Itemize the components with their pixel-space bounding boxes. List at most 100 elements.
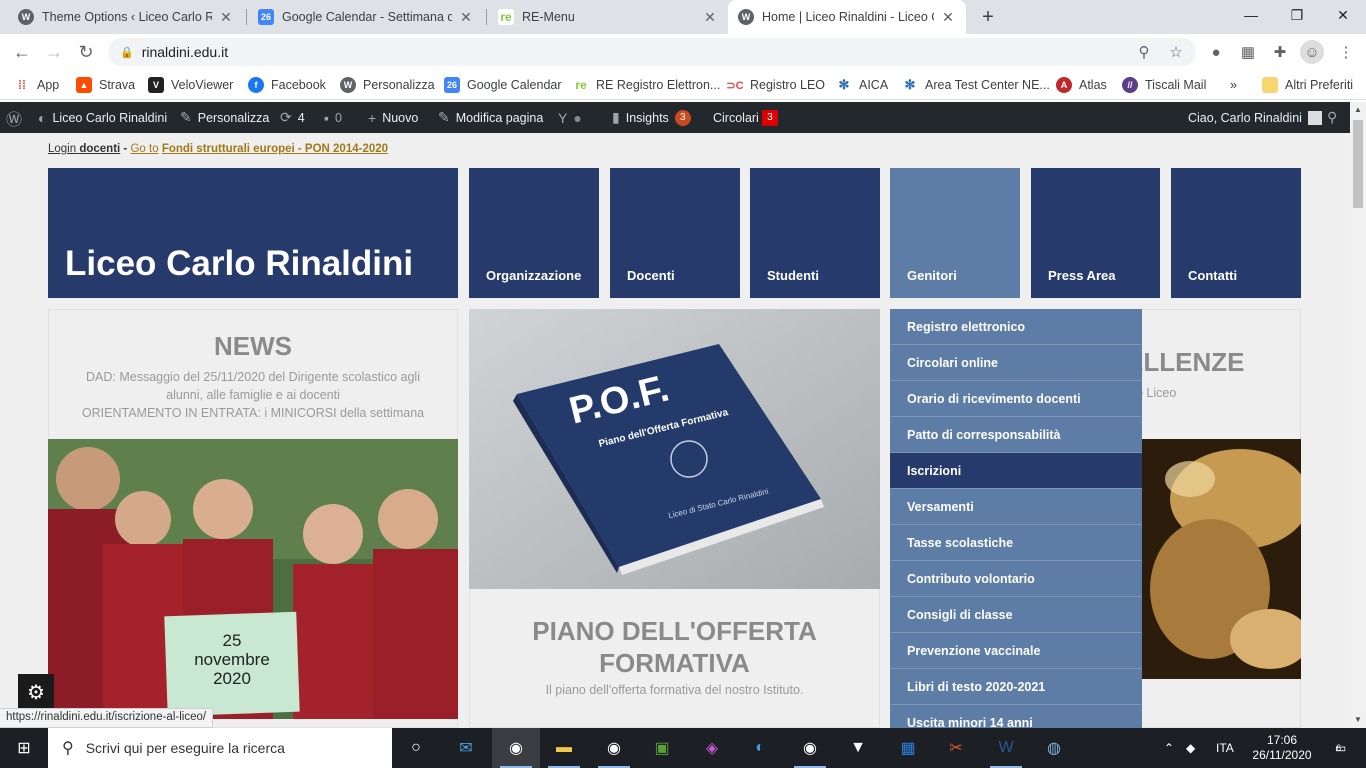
login-link[interactable]: Login docenti (48, 143, 120, 155)
menu-item-orario-ricevimento[interactable]: Orario di ricevimento docenti (890, 381, 1142, 417)
bookmark-app[interactable]: ⁞⁞ App (14, 76, 59, 94)
wp-customize[interactable]: ✎ Personalizza (180, 102, 269, 133)
bookmark-re-registro[interactable]: re RE Registro Elettron... (573, 76, 720, 94)
menu-kebab-icon[interactable]: ⋮ (1334, 40, 1358, 64)
edge-icon[interactable]: ◐ (736, 728, 784, 768)
wp-updates[interactable]: ⟳ 4 (280, 102, 305, 133)
bookmark-aica[interactable]: ✻ AICA (836, 76, 889, 94)
menu-item-prevenzione-vaccinale[interactable]: Prevenzione vaccinale (890, 633, 1142, 669)
address-bar[interactable]: 🔒 rinaldini.edu.it (108, 38, 1196, 66)
nav-press-area[interactable]: Press Area (1031, 168, 1160, 298)
bookmark-star-icon[interactable]: ☆ (1164, 40, 1188, 64)
nav-studenti[interactable]: Studenti (750, 168, 880, 298)
word-icon[interactable]: W (982, 728, 1030, 768)
minecraft-icon[interactable]: ▣ (638, 728, 686, 768)
tab-re-menu[interactable]: re RE-Menu ✕ (488, 0, 728, 34)
menu-item-patto-corresponsabilita[interactable]: Patto di corresponsabilità (890, 417, 1142, 453)
nav-docenti[interactable]: Docenti (610, 168, 740, 298)
wp-insights[interactable]: ▮ Insights 3 (612, 102, 691, 133)
photos-app-icon[interactable]: ◈ (688, 728, 736, 768)
menu-item-registro-elettronico[interactable]: Registro elettronico (890, 309, 1142, 345)
forward-button[interactable]: → (40, 38, 68, 66)
back-button[interactable]: ← (8, 38, 36, 66)
menu-item-uscita-minori[interactable]: Uscita minori 14 anni (890, 705, 1142, 729)
reload-button[interactable]: ↻ (72, 38, 100, 66)
wp-search[interactable]: ⚲ (1327, 102, 1343, 133)
gear-icon[interactable]: ⚙ (18, 674, 54, 710)
bookmark-google-calendar[interactable]: 26 Google Calendar (444, 76, 562, 94)
menu-item-versamenti[interactable]: Versamenti (890, 489, 1142, 525)
taskbar-search-input[interactable]: ⚲ Scrivi qui per eseguire la ricerca (48, 728, 392, 768)
extensions-puzzle-icon[interactable]: ✚ (1268, 40, 1292, 64)
trophy-image[interactable] (1130, 439, 1301, 679)
minimize-button[interactable]: — (1228, 0, 1274, 30)
maximize-button[interactable]: ❐ (1274, 0, 1320, 30)
file-explorer-icon[interactable]: ▬ (540, 728, 588, 768)
wp-logo-button[interactable]: Ⓦ (6, 102, 28, 133)
zoom-icon[interactable]: ⚲ (1132, 40, 1156, 64)
bookmark-strava[interactable]: ▲ Strava (76, 76, 135, 94)
bookmark-area-test-center[interactable]: ✻ Area Test Center NE... (902, 76, 1050, 94)
windows-start-icon[interactable]: ⊞ (0, 728, 48, 768)
wp-comments[interactable]: ▪ 0 (324, 102, 342, 133)
tab-google-calendar[interactable]: 26 Google Calendar - Settimana del 23 ✕ (248, 0, 484, 34)
extension-apple-icon[interactable]: ● (1204, 40, 1228, 64)
close-icon[interactable]: ✕ (702, 9, 718, 26)
wp-new[interactable]: + Nuovo (368, 102, 418, 133)
bookmark-facebook[interactable]: f Facebook (248, 76, 326, 94)
scrollbar-thumb[interactable] (1353, 120, 1363, 208)
menu-item-consigli-di-classe[interactable]: Consigli di classe (890, 597, 1142, 633)
wp-edit-page[interactable]: ✎ Modifica pagina (438, 102, 543, 133)
close-icon[interactable]: ✕ (940, 9, 956, 26)
wp-circolari[interactable]: Circolari 3 (713, 102, 778, 133)
clock[interactable]: 17:06 26/11/2020 (1252, 728, 1312, 768)
chrome-alt-icon[interactable]: ◉ (786, 728, 834, 768)
nav-contatti[interactable]: Contatti (1171, 168, 1301, 298)
bookmarks-overflow-button[interactable]: » (1230, 76, 1237, 94)
scroll-up-arrow-icon[interactable]: ▲ (1350, 102, 1366, 118)
snip-tool-icon[interactable]: ✂ (932, 728, 980, 768)
goto-label[interactable]: Go to (130, 143, 158, 155)
dropbox-tray-icon[interactable]: ◆ (1186, 728, 1195, 768)
close-window-button[interactable]: ✕ (1320, 0, 1366, 30)
tray-expand-icon[interactable]: ⌃ (1164, 728, 1174, 768)
inkscape-icon[interactable]: ▼ (834, 728, 882, 768)
site-brand[interactable]: Liceo Carlo Rinaldini (48, 168, 458, 298)
bookmark-atlas[interactable]: A Atlas (1056, 76, 1107, 94)
bookmark-veloviewer[interactable]: V VeloViewer (148, 76, 233, 94)
menu-item-contributo-volontario[interactable]: Contributo volontario (890, 561, 1142, 597)
eccellenze-title[interactable]: ELLENZE (1126, 347, 1244, 378)
mail-icon[interactable]: ✉ (442, 728, 490, 768)
dropbox-icon[interactable]: ▦ (884, 728, 932, 768)
task-view-icon[interactable]: ○ (392, 728, 440, 768)
input-language[interactable]: ITA (1216, 728, 1234, 768)
page-scrollbar[interactable]: ▲ ▼ (1350, 102, 1366, 728)
menu-item-libri-di-testo[interactable]: Libri di testo 2020-2021 (890, 669, 1142, 705)
pof-book-image[interactable]: P.O.F. Piano dell'Offerta Formativa Lice… (469, 309, 880, 589)
menu-item-circolari-online[interactable]: Circolari online (890, 345, 1142, 381)
bookmark-other-folder[interactable]: Altri Preferiti (1262, 76, 1353, 94)
notifications-icon[interactable]: ▭ 6 (1324, 728, 1352, 768)
close-icon[interactable]: ✕ (218, 9, 234, 26)
wp-account[interactable]: Ciao, Carlo Rinaldini (1188, 102, 1322, 133)
tab-home-rinaldini[interactable]: W Home | Liceo Rinaldini - Liceo Carlo R… (728, 0, 966, 34)
chrome-profile-icon[interactable]: ◉ (590, 728, 638, 768)
menu-item-tasse-scolastiche[interactable]: Tasse scolastiche (890, 525, 1142, 561)
close-icon[interactable]: ✕ (458, 9, 474, 26)
wp-site-name[interactable]: ◐ Liceo Carlo Rinaldini (38, 102, 167, 133)
pof-title[interactable]: PIANO DELL'OFFERTA FORMATIVA (469, 615, 880, 679)
yoast-button[interactable]: Y ● (558, 102, 588, 133)
nav-organizzazione[interactable]: Organizzazione (469, 168, 599, 298)
menu-item-iscrizioni[interactable]: Iscrizioni (890, 453, 1142, 489)
scroll-down-arrow-icon[interactable]: ▼ (1350, 712, 1366, 728)
extension-grid-icon[interactable]: ▦ (1236, 40, 1260, 64)
chrome-icon[interactable]: ◉ (492, 728, 540, 768)
bookmark-registro-leo[interactable]: ⊃C Registro LEO (726, 76, 825, 94)
nav-genitori[interactable]: Genitori (890, 168, 1020, 298)
bookmark-personalizza[interactable]: W Personalizza (340, 76, 435, 94)
news-item[interactable]: ORIENTAMENTO IN ENTRATA: i MINICORSI del… (70, 404, 436, 422)
tab-theme-options[interactable]: W Theme Options ‹ Liceo Carlo Rinaldini … (8, 0, 244, 34)
pon-link[interactable]: Fondi strutturali europei - PON 2014-202… (162, 143, 388, 155)
app-icon[interactable]: ◍ (1030, 728, 1078, 768)
news-item[interactable]: DAD: Messaggio del 25/11/2020 del Dirige… (70, 368, 436, 404)
